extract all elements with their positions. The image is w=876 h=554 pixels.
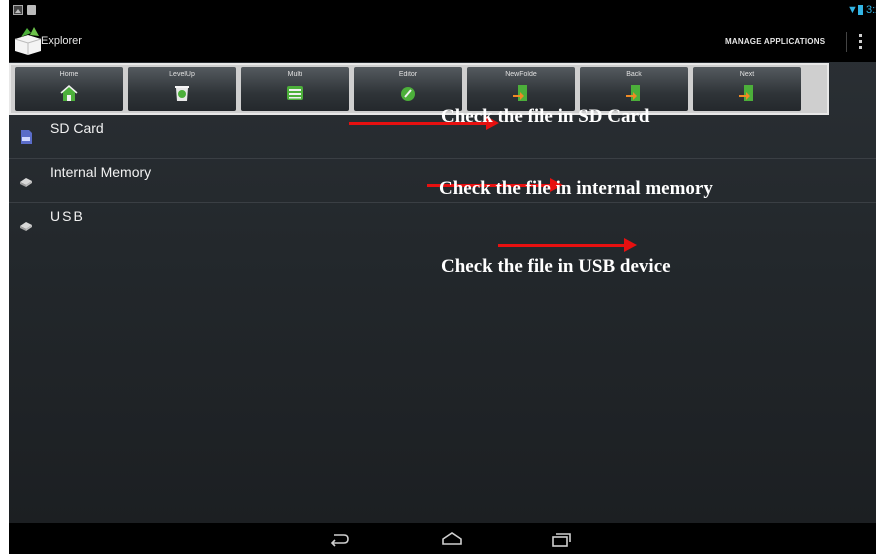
editor-button[interactable]: Editor bbox=[354, 67, 462, 111]
action-bar: Explorer MANAGE APPLICATIONS bbox=[9, 22, 876, 62]
store-notification-icon bbox=[27, 5, 36, 15]
back-button[interactable]: Back bbox=[580, 67, 688, 111]
manage-applications-button[interactable]: MANAGE APPLICATIONS bbox=[725, 37, 825, 46]
list-item-label: SD Card bbox=[50, 120, 104, 136]
wifi-icon: ▼ bbox=[847, 4, 858, 16]
list-item-usb[interactable]: USB bbox=[9, 203, 876, 247]
file-toolbar: Home LevelUp Multi Editor NewFolde Back … bbox=[9, 63, 829, 115]
annotation-sd-card: Check the file in SD Card bbox=[441, 106, 650, 127]
home-icon bbox=[60, 85, 78, 101]
navigation-bar bbox=[9, 523, 876, 554]
back-button-label: Back bbox=[626, 71, 642, 78]
clock: 3:2 bbox=[866, 4, 876, 16]
back-nav-icon[interactable] bbox=[328, 530, 352, 548]
new-folder-icon bbox=[513, 85, 527, 101]
overflow-menu-icon[interactable] bbox=[855, 32, 867, 52]
gallery-notification-icon bbox=[13, 5, 23, 15]
sd-card-icon bbox=[21, 130, 32, 144]
new-folder-button-label: NewFolde bbox=[505, 71, 537, 78]
list-item-label: Internal Memory bbox=[50, 164, 152, 180]
recent-apps-nav-icon[interactable] bbox=[548, 530, 572, 548]
home-button[interactable]: Home bbox=[15, 67, 123, 111]
action-bar-divider bbox=[846, 32, 847, 52]
next-button[interactable]: Next bbox=[693, 67, 801, 111]
tablet-screen: ▼ 3:2 Explorer MANAGE APPLICATIONS Home bbox=[9, 0, 876, 554]
battery-icon bbox=[858, 5, 863, 15]
recycle-icon bbox=[175, 86, 189, 101]
multi-button-label: Multi bbox=[287, 71, 303, 78]
usb-icon bbox=[20, 222, 32, 231]
explorer-app-icon[interactable] bbox=[13, 25, 43, 57]
home-nav-icon[interactable] bbox=[440, 530, 464, 548]
back-icon bbox=[626, 85, 640, 101]
next-button-label: Next bbox=[739, 71, 755, 78]
new-folder-button[interactable]: NewFolde bbox=[467, 67, 575, 111]
annotation-arrow-usb bbox=[498, 238, 637, 252]
annotation-usb: Check the file in USB device bbox=[441, 256, 671, 277]
app-title: Explorer bbox=[41, 35, 82, 47]
levelup-button[interactable]: LevelUp bbox=[128, 67, 236, 111]
multi-button[interactable]: Multi bbox=[241, 67, 349, 111]
list-item-label: USB bbox=[50, 208, 85, 224]
internal-memory-icon bbox=[20, 178, 32, 187]
editor-button-label: Editor bbox=[398, 71, 418, 78]
status-bar: ▼ 3:2 bbox=[9, 0, 876, 22]
list-icon bbox=[287, 86, 303, 100]
home-button-label: Home bbox=[59, 71, 79, 78]
levelup-button-label: LevelUp bbox=[169, 71, 195, 78]
next-icon bbox=[739, 85, 753, 101]
annotation-internal-memory: Check the file in internal memory bbox=[439, 178, 713, 199]
editor-icon bbox=[401, 87, 415, 101]
